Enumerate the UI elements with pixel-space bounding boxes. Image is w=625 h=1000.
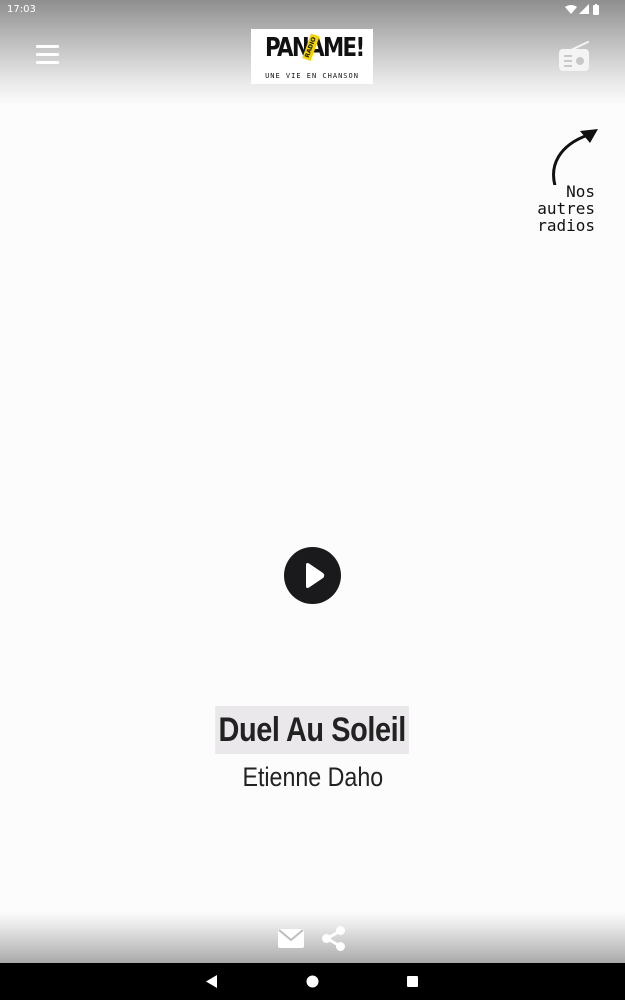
radio-icon [559, 41, 589, 71]
track-title-container: Duel Au Soleil [0, 706, 625, 754]
back-icon [206, 975, 217, 988]
signal-icon [579, 4, 589, 14]
other-radios-link[interactable]: Nos autres radios [520, 125, 610, 240]
radio-selector-button[interactable] [557, 40, 591, 74]
play-button[interactable] [284, 547, 341, 604]
play-icon [306, 563, 325, 588]
app-screen: 17:03 PANAME! RADIO UNE VIE EN CHA [0, 0, 625, 1000]
track-title: Duel Au Soleil [215, 706, 410, 754]
nav-home-button[interactable] [292, 963, 332, 1000]
nav-recent-button[interactable] [392, 963, 432, 1000]
mail-button[interactable] [278, 929, 304, 948]
footer-background [0, 912, 625, 963]
battery-icon [593, 4, 599, 15]
track-artist-container: Etienne Daho [0, 760, 625, 794]
other-radios-label: Nos autres radios [537, 182, 595, 235]
status-icons [565, 4, 605, 16]
status-bar: 17:03 [0, 0, 625, 20]
home-icon [306, 975, 319, 988]
hamburger-line [36, 53, 59, 56]
status-time: 17:03 [7, 4, 36, 15]
menu-button[interactable] [36, 45, 60, 65]
nav-back-button[interactable] [192, 963, 232, 1000]
share-button[interactable] [321, 926, 346, 951]
share-icon [322, 926, 345, 951]
curved-arrow-icon [552, 129, 598, 185]
mail-icon [278, 929, 304, 948]
hamburger-line [36, 61, 59, 64]
station-logo: PANAME! RADIO UNE VIE EN CHANSON [251, 29, 373, 84]
recent-apps-icon [407, 976, 418, 987]
track-artist: Etienne Daho [242, 762, 383, 792]
wifi-icon [565, 5, 577, 14]
logo-tagline: UNE VIE EN CHANSON [265, 72, 359, 80]
hamburger-menu-icon [36, 45, 59, 48]
system-nav-bar [0, 963, 625, 1000]
